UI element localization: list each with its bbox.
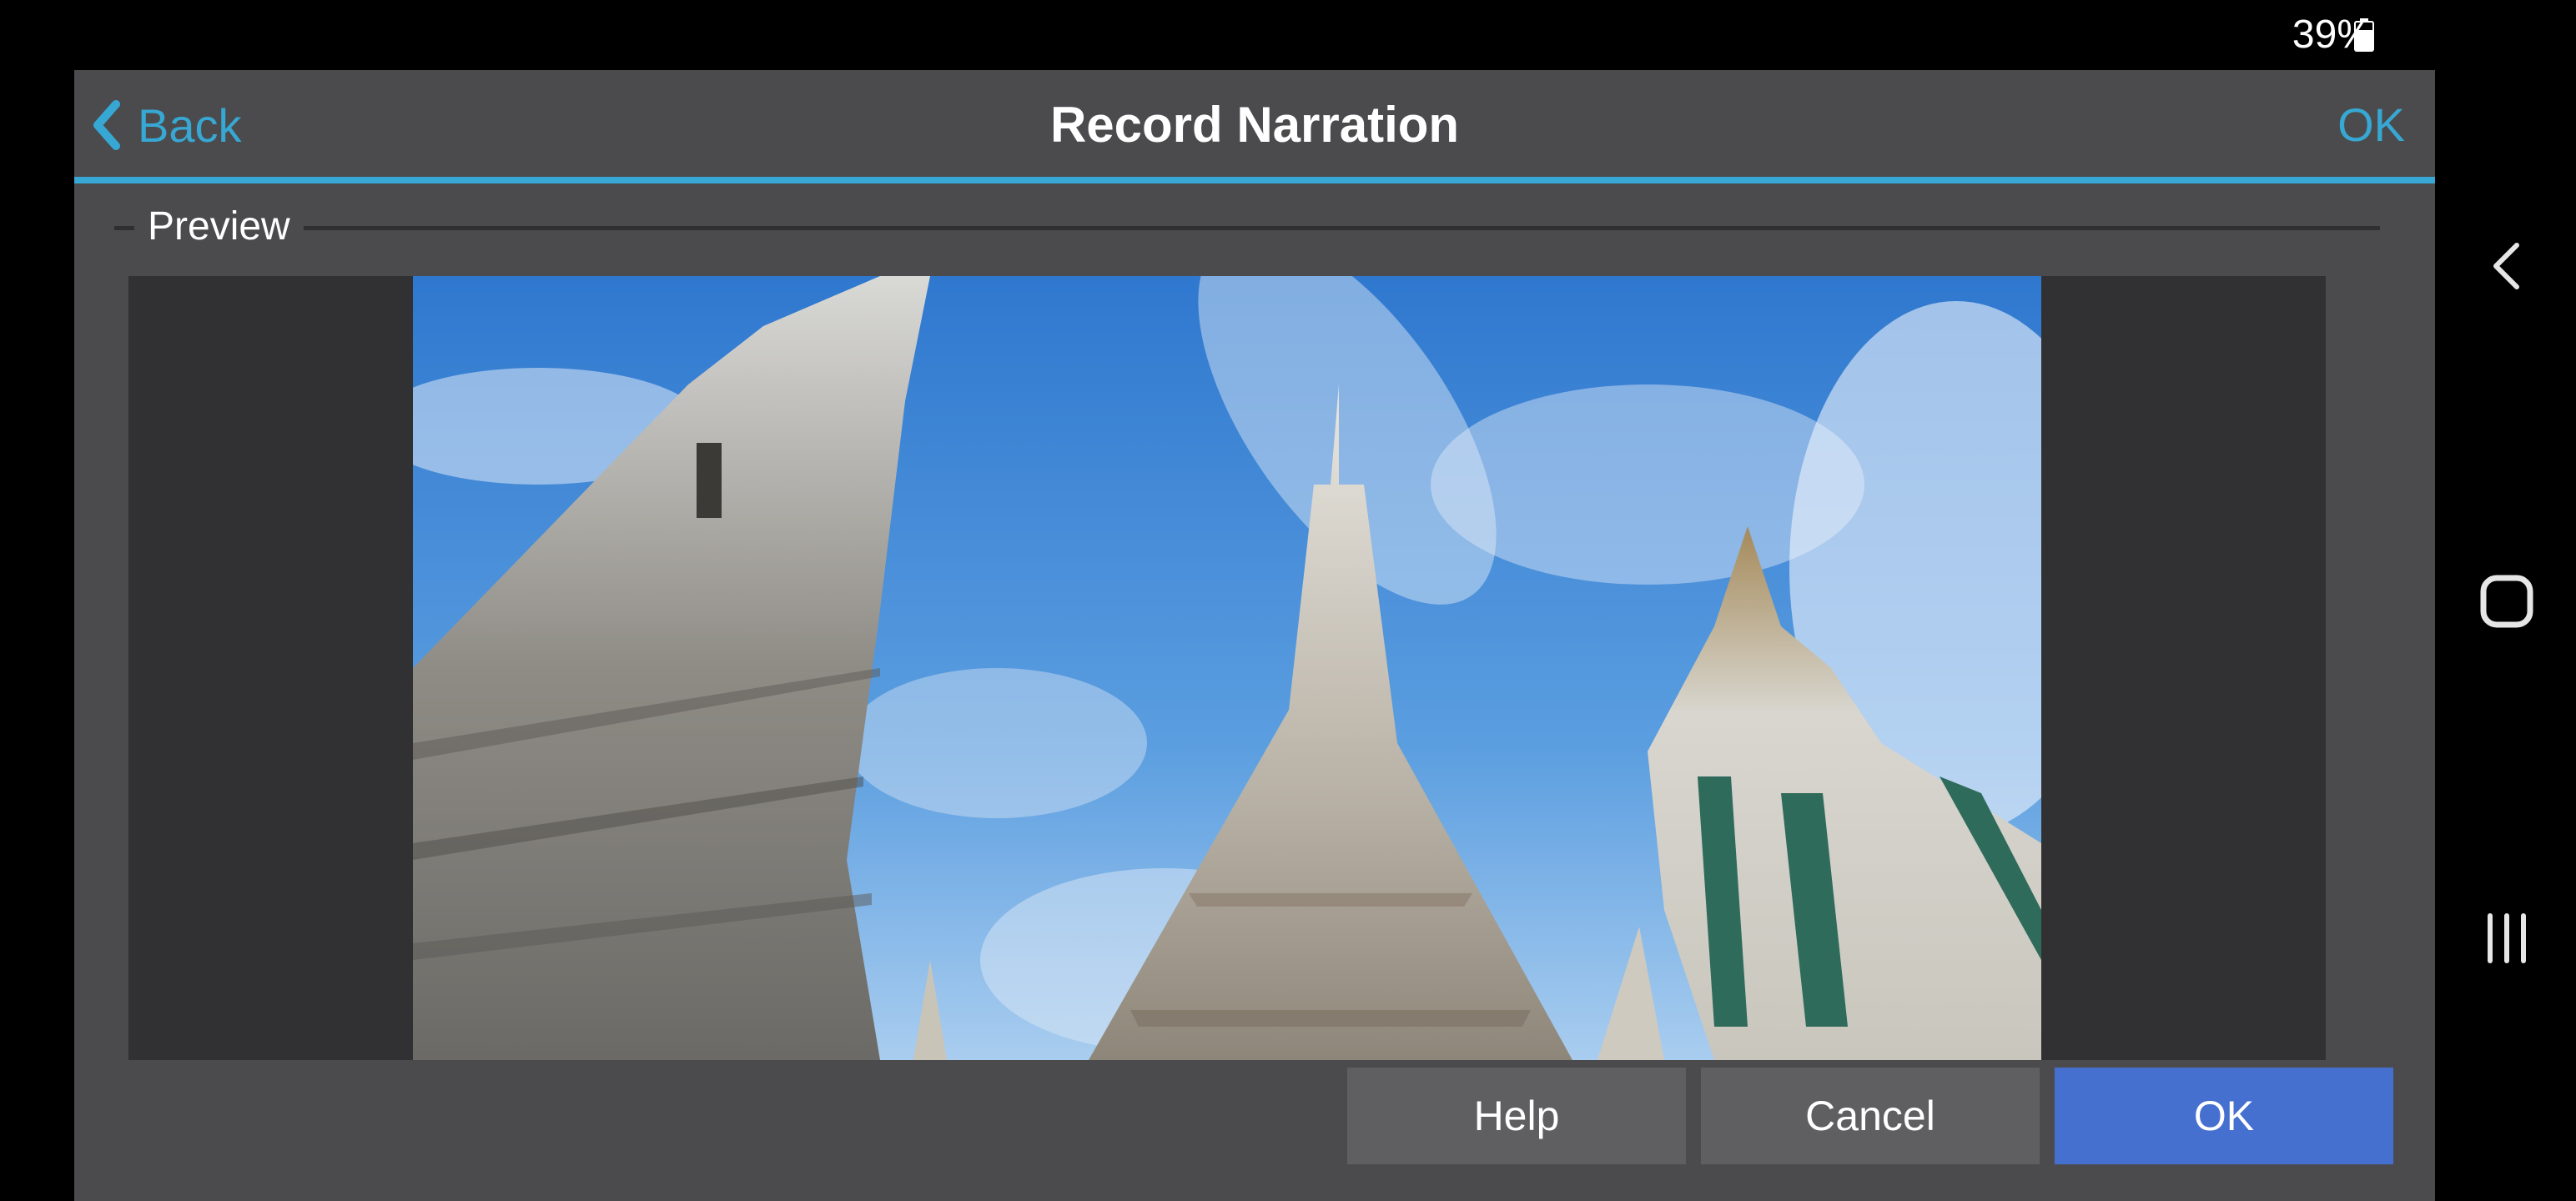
record-narration-dialog: Record Narration Back OK Preview Help Ca… bbox=[74, 70, 2435, 1201]
title-divider bbox=[74, 177, 2435, 183]
ok-header-button[interactable]: OK bbox=[2337, 90, 2405, 160]
preview-group-label: Preview bbox=[134, 202, 304, 252]
chevron-left-icon[interactable] bbox=[2469, 229, 2544, 304]
three-bars-icon[interactable] bbox=[2469, 901, 2544, 976]
preview-image bbox=[413, 276, 2041, 1060]
cancel-button[interactable]: Cancel bbox=[1701, 1068, 2040, 1164]
back-button[interactable]: Back bbox=[91, 90, 242, 160]
ok-button[interactable]: OK bbox=[2055, 1068, 2393, 1164]
title-bar: Record Narration Back OK bbox=[74, 70, 2435, 178]
rounded-square-icon[interactable] bbox=[2469, 564, 2544, 639]
status-bar: 39% bbox=[0, 0, 2576, 70]
group-divider bbox=[114, 226, 2380, 230]
chevron-left-icon bbox=[93, 100, 120, 150]
help-button[interactable]: Help bbox=[1347, 1068, 1686, 1164]
preview-frame bbox=[128, 276, 2326, 1060]
battery-icon bbox=[2354, 18, 2374, 52]
back-label: Back bbox=[138, 98, 242, 152]
page-title: Record Narration bbox=[1049, 97, 1460, 153]
